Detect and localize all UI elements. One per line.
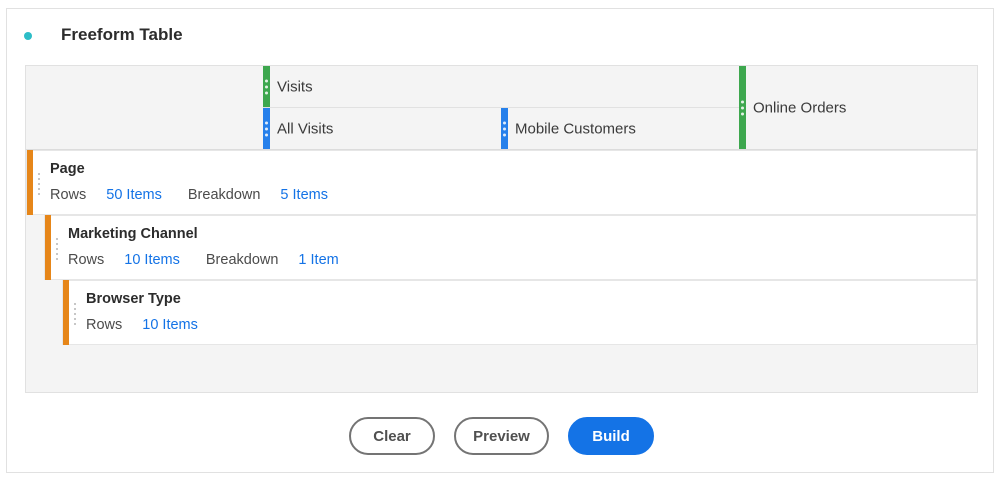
row-meta: Rows 10 Items: [86, 317, 198, 333]
rows-count-link[interactable]: 10 Items: [124, 252, 180, 268]
drag-handle-icon[interactable]: [38, 173, 40, 195]
column-header-mobile-customers[interactable]: Mobile Customers: [501, 108, 739, 150]
build-button[interactable]: Build: [568, 417, 654, 455]
drag-handle-icon[interactable]: [503, 121, 506, 137]
row-dimension-page[interactable]: Page Rows 50 Items Breakdown 5 Items: [26, 150, 977, 215]
rows-label: Rows: [50, 187, 87, 203]
column-header-all-visits[interactable]: All Visits: [263, 108, 501, 150]
drag-handle-icon[interactable]: [265, 121, 268, 137]
column-label: All Visits: [277, 120, 334, 138]
rows-label: Rows: [86, 317, 123, 333]
row-dimension-marketing-channel[interactable]: Marketing Channel Rows 10 Items Breakdow…: [44, 215, 977, 280]
row-dimension-name: Browser Type: [86, 291, 181, 307]
breakdown-label: Breakdown: [187, 187, 261, 203]
row-meta: Rows 10 Items Breakdown 1 Item: [68, 252, 339, 268]
column-label: Mobile Customers: [515, 120, 636, 138]
row-dimension-browser-type[interactable]: Browser Type Rows 10 Items: [62, 280, 977, 345]
drag-handle-icon[interactable]: [74, 303, 76, 325]
drag-handle-icon[interactable]: [56, 238, 58, 260]
row-dimension-name: Marketing Channel: [68, 226, 198, 242]
status-dot-icon: [24, 32, 32, 40]
row-dimension-name: Page: [50, 161, 85, 177]
panel-title: Freeform Table: [61, 25, 183, 44]
column-header-visits[interactable]: Visits: [263, 66, 739, 108]
breakdown-count-link[interactable]: 1 Item: [298, 252, 338, 268]
breakdown-count-link[interactable]: 5 Items: [280, 187, 328, 203]
drag-handle-icon[interactable]: [265, 79, 268, 94]
table-builder: Visits All Visits Mobile Customers Onlin…: [25, 65, 978, 393]
freeform-table-panel: Freeform Table Visits All Visits Mobile …: [6, 8, 994, 473]
preview-button[interactable]: Preview: [454, 417, 549, 455]
column-label: Online Orders: [753, 99, 847, 117]
drag-handle-icon[interactable]: [741, 100, 744, 116]
row-meta: Rows 50 Items Breakdown 5 Items: [50, 187, 328, 203]
breakdown-label: Breakdown: [205, 252, 279, 268]
column-header-online-orders[interactable]: Online Orders: [739, 66, 978, 150]
rows-count-link[interactable]: 50 Items: [106, 187, 162, 203]
dimension-bar: [63, 280, 69, 345]
dimension-bar: [45, 215, 51, 280]
dimension-bar: [27, 150, 33, 215]
column-label: Visits: [277, 78, 313, 95]
rows-count-link[interactable]: 10 Items: [142, 317, 198, 333]
clear-button[interactable]: Clear: [349, 417, 435, 455]
rows-label: Rows: [68, 252, 105, 268]
